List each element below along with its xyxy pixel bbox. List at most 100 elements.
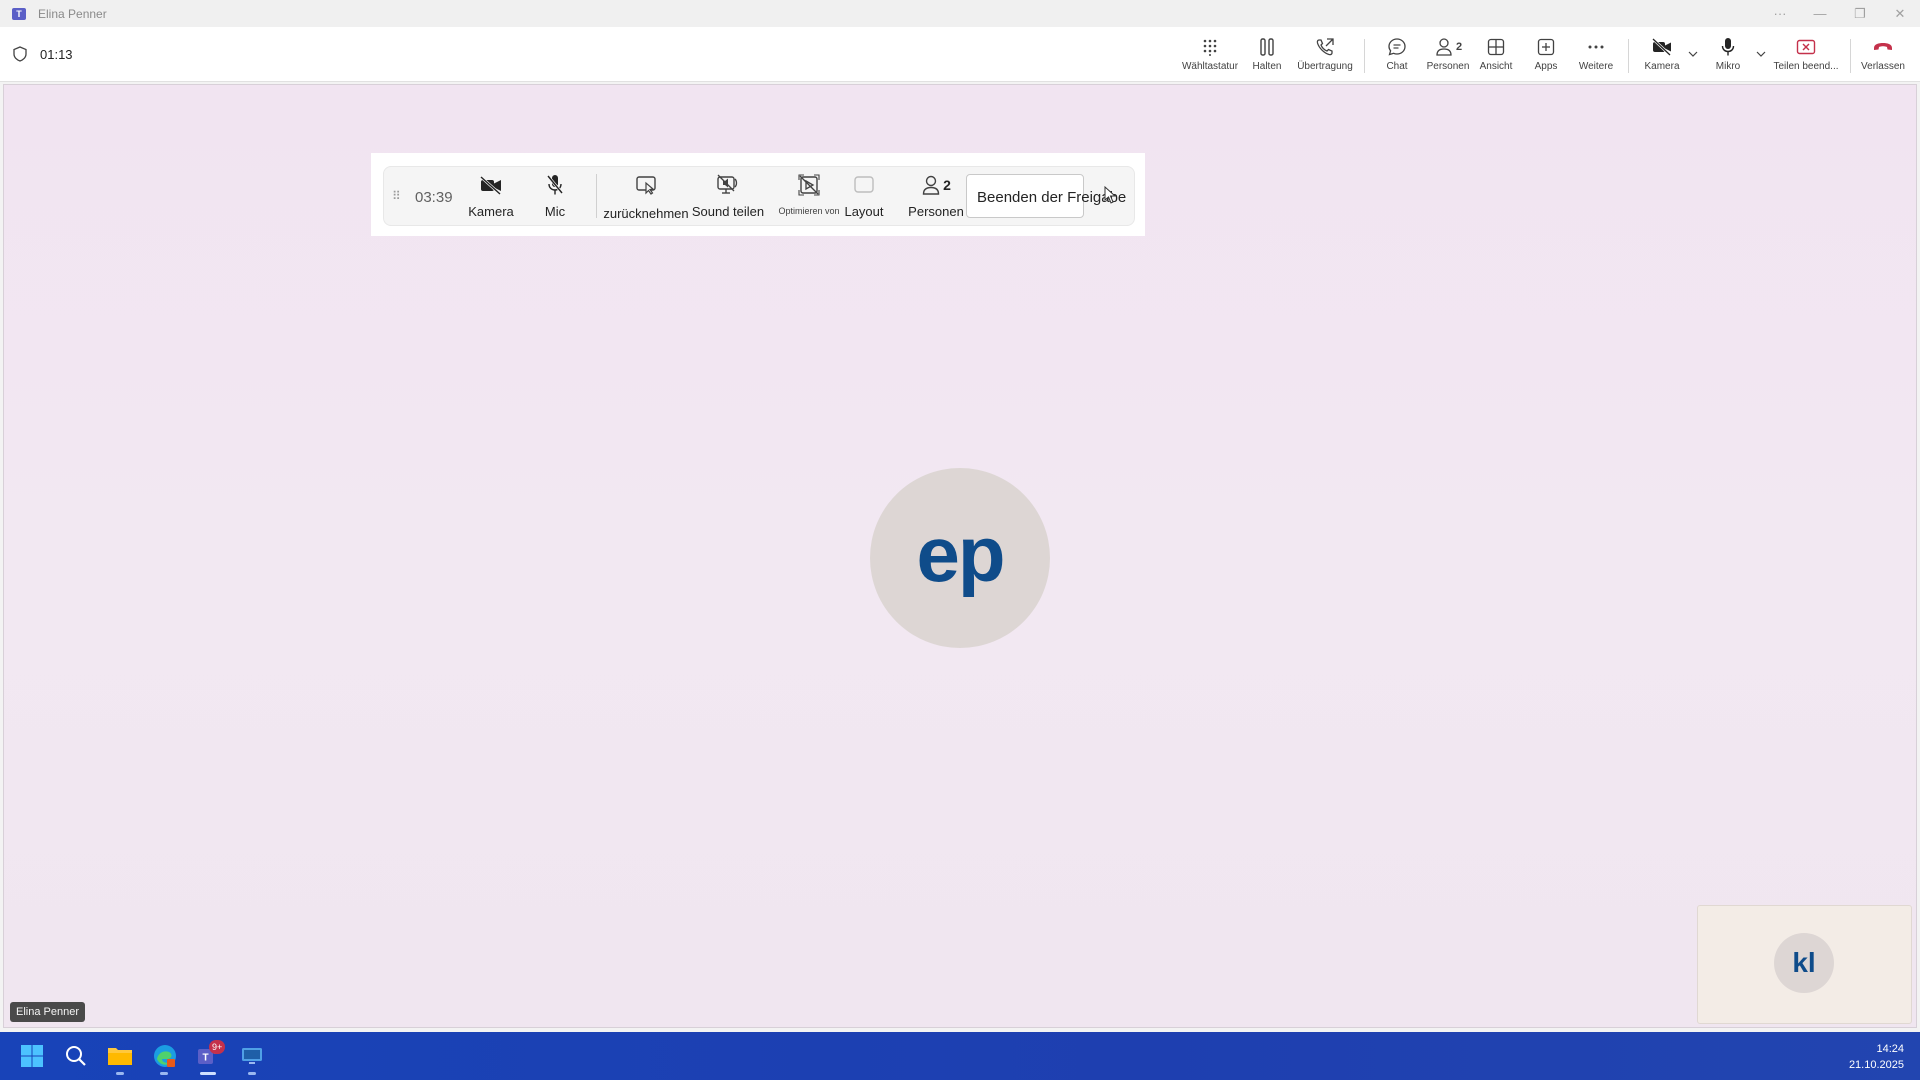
self-avatar: kl xyxy=(1774,933,1834,993)
share-mic-label: Mic xyxy=(544,204,566,219)
toolbar-divider xyxy=(1850,39,1851,73)
share-sound-button[interactable]: Sound teilen xyxy=(692,172,764,224)
more-options-icon[interactable]: ··· xyxy=(1760,0,1800,27)
share-people-label: Personen xyxy=(908,204,964,219)
take-back-label: zurücknehmen xyxy=(603,206,689,221)
share-sound-icon xyxy=(716,172,740,198)
teams-notification-badge: 9+ xyxy=(209,1040,226,1054)
hang-up-icon xyxy=(1872,35,1894,59)
mic-label: Mikro xyxy=(1715,61,1741,72)
share-camera-label: Kamera xyxy=(468,204,514,219)
windows-taskbar xyxy=(0,1032,1920,1080)
optimize-button[interactable]: Optimieren von xyxy=(774,172,844,224)
window-title: Elina Penner xyxy=(38,6,107,21)
window-controls: ··· — ❐ ✕ xyxy=(1760,0,1920,27)
share-people-button[interactable]: 2 Personen xyxy=(906,172,966,224)
share-bar-divider xyxy=(596,174,597,218)
camera-off-icon xyxy=(479,172,503,198)
toolbar-divider xyxy=(1364,39,1365,73)
more-dots-icon xyxy=(1587,35,1605,59)
teams-logo-icon: T xyxy=(12,7,26,20)
taskbar-indicator xyxy=(116,1072,124,1075)
shield-icon xyxy=(13,46,27,62)
share-people-count: 2 xyxy=(943,177,951,193)
transfer-button[interactable]: Übertragung xyxy=(1296,35,1354,77)
stop-share-label: Teilen beend... xyxy=(1773,61,1839,72)
layout-icon xyxy=(853,172,875,198)
remote-desktop-icon[interactable] xyxy=(239,1043,265,1069)
taskbar-active-indicator xyxy=(200,1072,216,1075)
clock-date: 21.10.2025 xyxy=(1848,1059,1904,1071)
pause-icon xyxy=(1259,35,1275,59)
more-label: Weitere xyxy=(1578,61,1614,72)
chat-icon xyxy=(1387,35,1407,59)
drag-handle-icon[interactable]: ⠿ xyxy=(392,189,401,203)
take-back-control-button[interactable]: zurücknehmen xyxy=(603,172,689,224)
mic-off-icon xyxy=(546,172,564,198)
participant-avatar-main: ep xyxy=(870,468,1050,648)
more-button[interactable]: Weitere xyxy=(1578,35,1614,77)
stop-share-toolbar-button[interactable]: Teilen beend... xyxy=(1772,35,1840,77)
transfer-label: Übertragung xyxy=(1297,61,1353,72)
close-button[interactable]: ✕ xyxy=(1880,0,1920,27)
people-icon: 2 xyxy=(1434,35,1462,59)
microphone-icon xyxy=(1720,35,1736,59)
dialpad-icon xyxy=(1202,35,1218,59)
view-label: Ansicht xyxy=(1479,61,1513,72)
windows-start-icon[interactable] xyxy=(19,1043,45,1069)
camera-label: Kamera xyxy=(1644,61,1680,72)
dialpad-button[interactable]: Wähltastatur xyxy=(1182,35,1238,77)
phone-transfer-icon xyxy=(1315,35,1335,59)
add-apps-icon xyxy=(1537,35,1555,59)
camera-off-icon xyxy=(1651,35,1673,59)
toolbar-divider xyxy=(1628,39,1629,73)
chat-label: Chat xyxy=(1386,61,1408,72)
chat-button[interactable]: Chat xyxy=(1382,35,1412,77)
apps-label: Apps xyxy=(1534,61,1558,72)
people-label: Personen xyxy=(1426,61,1470,72)
stop-share-icon xyxy=(1796,35,1816,59)
take-control-icon xyxy=(635,172,657,198)
participant-name: Elina Penner xyxy=(16,1006,79,1018)
layout-button[interactable]: Layout xyxy=(844,172,884,224)
taskbar-indicator xyxy=(160,1072,168,1075)
people-button[interactable]: 2 Personen xyxy=(1426,35,1470,77)
search-icon[interactable] xyxy=(63,1043,89,1069)
leave-button[interactable]: Verlassen xyxy=(1860,35,1906,77)
system-clock[interactable]: 14:24 21.10.2025 xyxy=(1849,1041,1904,1073)
title-bar: T Elina Penner ··· — ❐ ✕ xyxy=(0,0,1920,27)
optimize-label: Optimieren von xyxy=(778,206,840,216)
leave-label: Verlassen xyxy=(1861,61,1905,72)
camera-toggle-button[interactable]: Kamera xyxy=(1644,35,1680,77)
meeting-timer: 01:13 xyxy=(40,47,73,62)
mouse-pointer-icon xyxy=(1104,186,1117,204)
view-button[interactable]: Ansicht xyxy=(1478,35,1514,77)
camera-options-chevron-icon[interactable] xyxy=(1686,47,1700,61)
participant-name-tag: Elina Penner xyxy=(10,1002,85,1022)
file-explorer-icon[interactable] xyxy=(107,1043,133,1069)
participant-initials: ep xyxy=(916,509,1005,598)
layout-label: Layout xyxy=(844,204,884,219)
dialpad-label: Wähltastatur xyxy=(1181,61,1239,72)
apps-button[interactable]: Apps xyxy=(1532,35,1560,77)
share-sound-label: Sound teilen xyxy=(691,204,765,219)
clock-time: 14:24 xyxy=(1876,1043,1904,1055)
mic-options-chevron-icon[interactable] xyxy=(1754,47,1768,61)
taskbar-indicator xyxy=(248,1072,256,1075)
optimize-video-icon xyxy=(798,172,820,198)
meeting-toolbar: 01:13 Wähltastatur Halten Übertragung Ch… xyxy=(0,27,1920,82)
self-initials: kl xyxy=(1792,947,1816,978)
edge-browser-icon[interactable] xyxy=(152,1043,178,1069)
share-camera-button[interactable]: Kamera xyxy=(468,172,514,224)
hold-button[interactable]: Halten xyxy=(1250,35,1284,77)
maximize-button[interactable]: ❐ xyxy=(1840,0,1880,27)
people-count: 2 xyxy=(1455,41,1463,53)
mic-toggle-button[interactable]: Mikro xyxy=(1712,35,1744,77)
share-mic-button[interactable]: Mic xyxy=(538,172,572,224)
share-timer: 03:39 xyxy=(415,189,453,206)
people-icon: 2 xyxy=(921,172,951,198)
minimize-button[interactable]: — xyxy=(1800,0,1840,27)
svg-text:T: T xyxy=(202,1053,208,1064)
view-grid-icon xyxy=(1487,35,1505,59)
hold-label: Halten xyxy=(1252,61,1282,72)
